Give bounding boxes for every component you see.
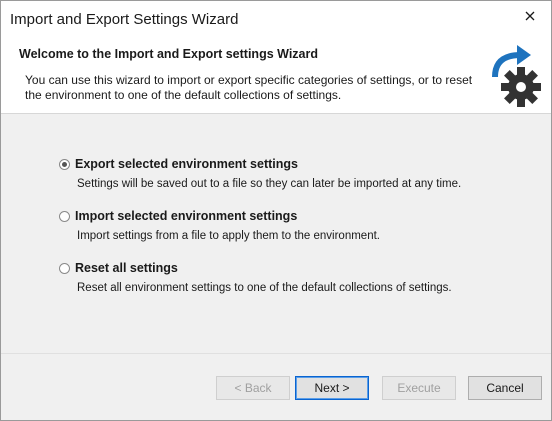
wizard-window: Import and Export Settings Wizard Welcom…: [0, 0, 552, 421]
execute-button[interactable]: Execute: [382, 376, 456, 400]
close-button[interactable]: [515, 5, 545, 27]
header-description: You can use this wizard to import or exp…: [25, 73, 473, 102]
reset-description: Reset all environment settings to one of…: [77, 282, 452, 294]
window-title: Import and Export Settings Wizard: [10, 11, 239, 28]
cancel-button[interactable]: Cancel: [468, 376, 542, 400]
close-icon: [525, 11, 535, 21]
title-bar: Import and Export Settings Wizard: [1, 1, 551, 39]
import-description: Import settings from a file to apply the…: [77, 230, 380, 242]
reset-radio[interactable]: [59, 263, 70, 274]
wizard-header: Welcome to the Import and Export setting…: [1, 39, 551, 114]
export-description: Settings will be saved out to a file so …: [77, 178, 462, 190]
header-title: Welcome to the Import and Export setting…: [19, 47, 318, 61]
back-button[interactable]: < Back: [216, 376, 290, 400]
next-button[interactable]: Next >: [295, 376, 369, 400]
settings-sync-icon: [492, 45, 541, 107]
import-radio[interactable]: [59, 211, 70, 222]
export-label[interactable]: Export selected environment settings: [75, 157, 298, 171]
wizard-footer: < Back Next > Execute Cancel: [1, 353, 551, 420]
export-radio[interactable]: [59, 159, 70, 170]
reset-label[interactable]: Reset all settings: [75, 261, 178, 275]
import-label[interactable]: Import selected environment settings: [75, 209, 297, 223]
wizard-content: Export selected environment settings Set…: [1, 114, 551, 351]
